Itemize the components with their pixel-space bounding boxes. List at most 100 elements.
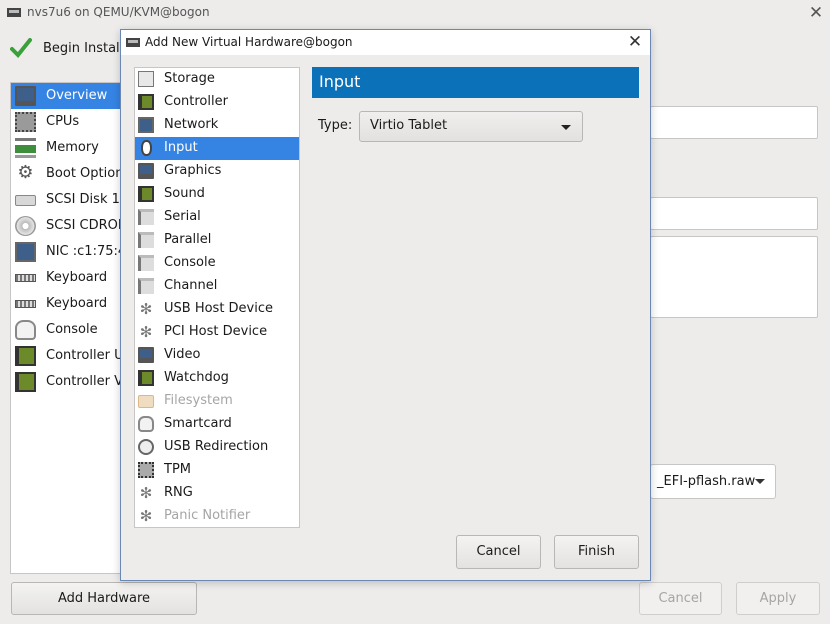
main-window-titlebar: nvs7u6 on QEMU/KVM@bogon ✕ — [0, 0, 830, 26]
device-type-label: USB Redirection — [164, 439, 269, 454]
monitor-icon — [138, 163, 154, 179]
dialog-title: Add New Virtual Hardware@bogon — [145, 35, 353, 49]
hardware-item-scsi-cdrom-1[interactable]: SCSI CDROM 1 — [11, 213, 121, 239]
device-type-parallel[interactable]: Parallel — [135, 229, 299, 252]
device-type-sound[interactable]: Sound — [135, 183, 299, 206]
main-window-title: nvs7u6 on QEMU/KVM@bogon — [27, 5, 210, 19]
hardware-item-label: CPUs — [46, 114, 80, 129]
hardware-item-label: NIC :c1:75:4 — [46, 244, 122, 259]
device-type-smartcard[interactable]: Smartcard — [135, 413, 299, 436]
hardware-item-controller-virtio[interactable]: Controller VirtIO — [11, 369, 122, 395]
controller-card-icon — [138, 94, 154, 110]
hardware-item-keyboard[interactable]: Keyboard — [11, 265, 121, 291]
hardware-item-controller-usb[interactable]: Controller USB — [11, 343, 121, 369]
mouse-icon — [141, 140, 152, 156]
serial-port-icon — [138, 209, 154, 225]
detail-title-field[interactable] — [650, 197, 818, 230]
hardware-item-console[interactable]: Console — [11, 317, 121, 343]
firmware-combo[interactable]: _EFI-pflash.raw — [650, 464, 776, 499]
input-type-value: Virtio Tablet — [370, 118, 448, 133]
add-hardware-button[interactable]: Add Hardware — [11, 582, 197, 615]
detail-description-field[interactable] — [650, 236, 818, 318]
hardware-list[interactable]: Overview CPUs Memory ⚙ Boot Options SCSI Disk… — [10, 82, 122, 574]
dialog-close-icon[interactable]: ✕ — [625, 32, 645, 52]
network-icon — [138, 117, 154, 133]
device-type-channel[interactable]: Channel — [135, 275, 299, 298]
dialog-cancel-button[interactable]: Cancel — [456, 535, 541, 569]
device-type-console[interactable]: Console — [135, 252, 299, 275]
device-type-label: Network — [164, 117, 219, 132]
usb-redirection-icon — [138, 439, 154, 455]
checkmark-icon — [10, 38, 32, 58]
device-type-label: Filesystem — [164, 393, 233, 408]
hardware-item-overview[interactable]: Overview — [11, 83, 121, 109]
device-type-tpm[interactable]: TPM — [135, 459, 299, 482]
cdrom-icon — [15, 216, 36, 236]
device-type-label: Input — [164, 140, 198, 155]
smartcard-icon — [138, 416, 154, 432]
firmware-combo-value: _EFI-pflash.raw — [657, 474, 756, 489]
device-type-input[interactable]: Input — [135, 137, 299, 160]
device-type-usb-host-device[interactable]: ✻ USB Host Device — [135, 298, 299, 321]
storage-icon — [138, 71, 154, 87]
hardware-item-nic-c1-75-4[interactable]: NIC :c1:75:4 — [11, 239, 122, 265]
hardware-item-label: Keyboard — [46, 270, 108, 285]
video-monitor-icon — [138, 347, 154, 363]
device-type-label: Graphics — [164, 163, 222, 178]
device-type-serial[interactable]: Serial — [135, 206, 299, 229]
main-cancel-button[interactable]: Cancel — [639, 582, 722, 615]
hardware-item-keyboard[interactable]: Keyboard — [11, 291, 121, 317]
device-type-label: Smartcard — [164, 416, 232, 431]
device-type-label: Storage — [164, 71, 215, 86]
hardware-item-boot-options[interactable]: ⚙ Boot Options — [11, 161, 121, 187]
device-type-label: Video — [164, 347, 201, 362]
device-type-label: Watchdog — [164, 370, 229, 385]
sound-card-icon — [138, 186, 154, 202]
hardware-item-label: Overview — [46, 88, 108, 103]
console-icon — [15, 320, 36, 340]
device-type-label: Panic Notifier — [164, 508, 251, 523]
chevron-down-icon — [561, 125, 571, 130]
device-type-controller[interactable]: Controller — [135, 91, 299, 114]
device-type-filesystem: Filesystem — [135, 390, 299, 413]
device-type-rng[interactable]: ✻ RNG — [135, 482, 299, 505]
detail-name-field[interactable] — [650, 106, 818, 139]
device-type-video[interactable]: Video — [135, 344, 299, 367]
hardware-item-cpus[interactable]: CPUs — [11, 109, 121, 135]
device-type-watchdog[interactable]: Watchdog — [135, 367, 299, 390]
device-type-label: Controller — [164, 94, 228, 109]
pci-host-cog-icon: ✻ — [139, 323, 153, 341]
hardware-item-label: Console — [46, 322, 98, 337]
keyboard-icon — [15, 300, 36, 308]
parallel-port-icon — [138, 232, 154, 248]
hardware-item-scsi-disk-1[interactable]: SCSI Disk 1 — [11, 187, 121, 213]
hardware-item-label: SCSI CDROM 1 — [46, 218, 121, 233]
hardware-item-label: Memory — [46, 140, 99, 155]
hardware-item-label: Controller VirtIO — [46, 374, 122, 389]
controller-card-icon — [15, 346, 36, 366]
device-type-label: Console — [164, 255, 216, 270]
gears-icon: ⚙ — [17, 162, 34, 183]
device-type-usb-redirection[interactable]: USB Redirection — [135, 436, 299, 459]
device-type-network[interactable]: Network — [135, 114, 299, 137]
hardware-item-memory[interactable]: Memory — [11, 135, 121, 161]
dialog-finish-button[interactable]: Finish — [554, 535, 639, 569]
network-icon — [15, 242, 36, 262]
device-type-list[interactable]: Storage Controller Network Input Graphics Sou… — [134, 67, 300, 528]
controller-card-icon — [15, 372, 36, 392]
main-apply-button[interactable]: Apply — [736, 582, 820, 615]
device-type-panic-notifier: ✻ Panic Notifier — [135, 505, 299, 527]
channel-port-icon — [138, 278, 154, 294]
watchdog-card-icon — [138, 370, 154, 386]
chevron-down-icon — [755, 479, 765, 484]
device-type-label: Serial — [164, 209, 201, 224]
device-type-storage[interactable]: Storage — [135, 68, 299, 91]
input-type-combo[interactable]: Virtio Tablet — [359, 111, 583, 142]
main-window-close-icon[interactable]: ✕ — [806, 3, 826, 23]
panic-cog-icon: ✻ — [139, 507, 153, 525]
device-type-label: RNG — [164, 485, 193, 500]
monitor-icon — [15, 86, 36, 106]
device-type-graphics[interactable]: Graphics — [135, 160, 299, 183]
device-type-label: PCI Host Device — [164, 324, 268, 339]
device-type-pci-host-device[interactable]: ✻ PCI Host Device — [135, 321, 299, 344]
